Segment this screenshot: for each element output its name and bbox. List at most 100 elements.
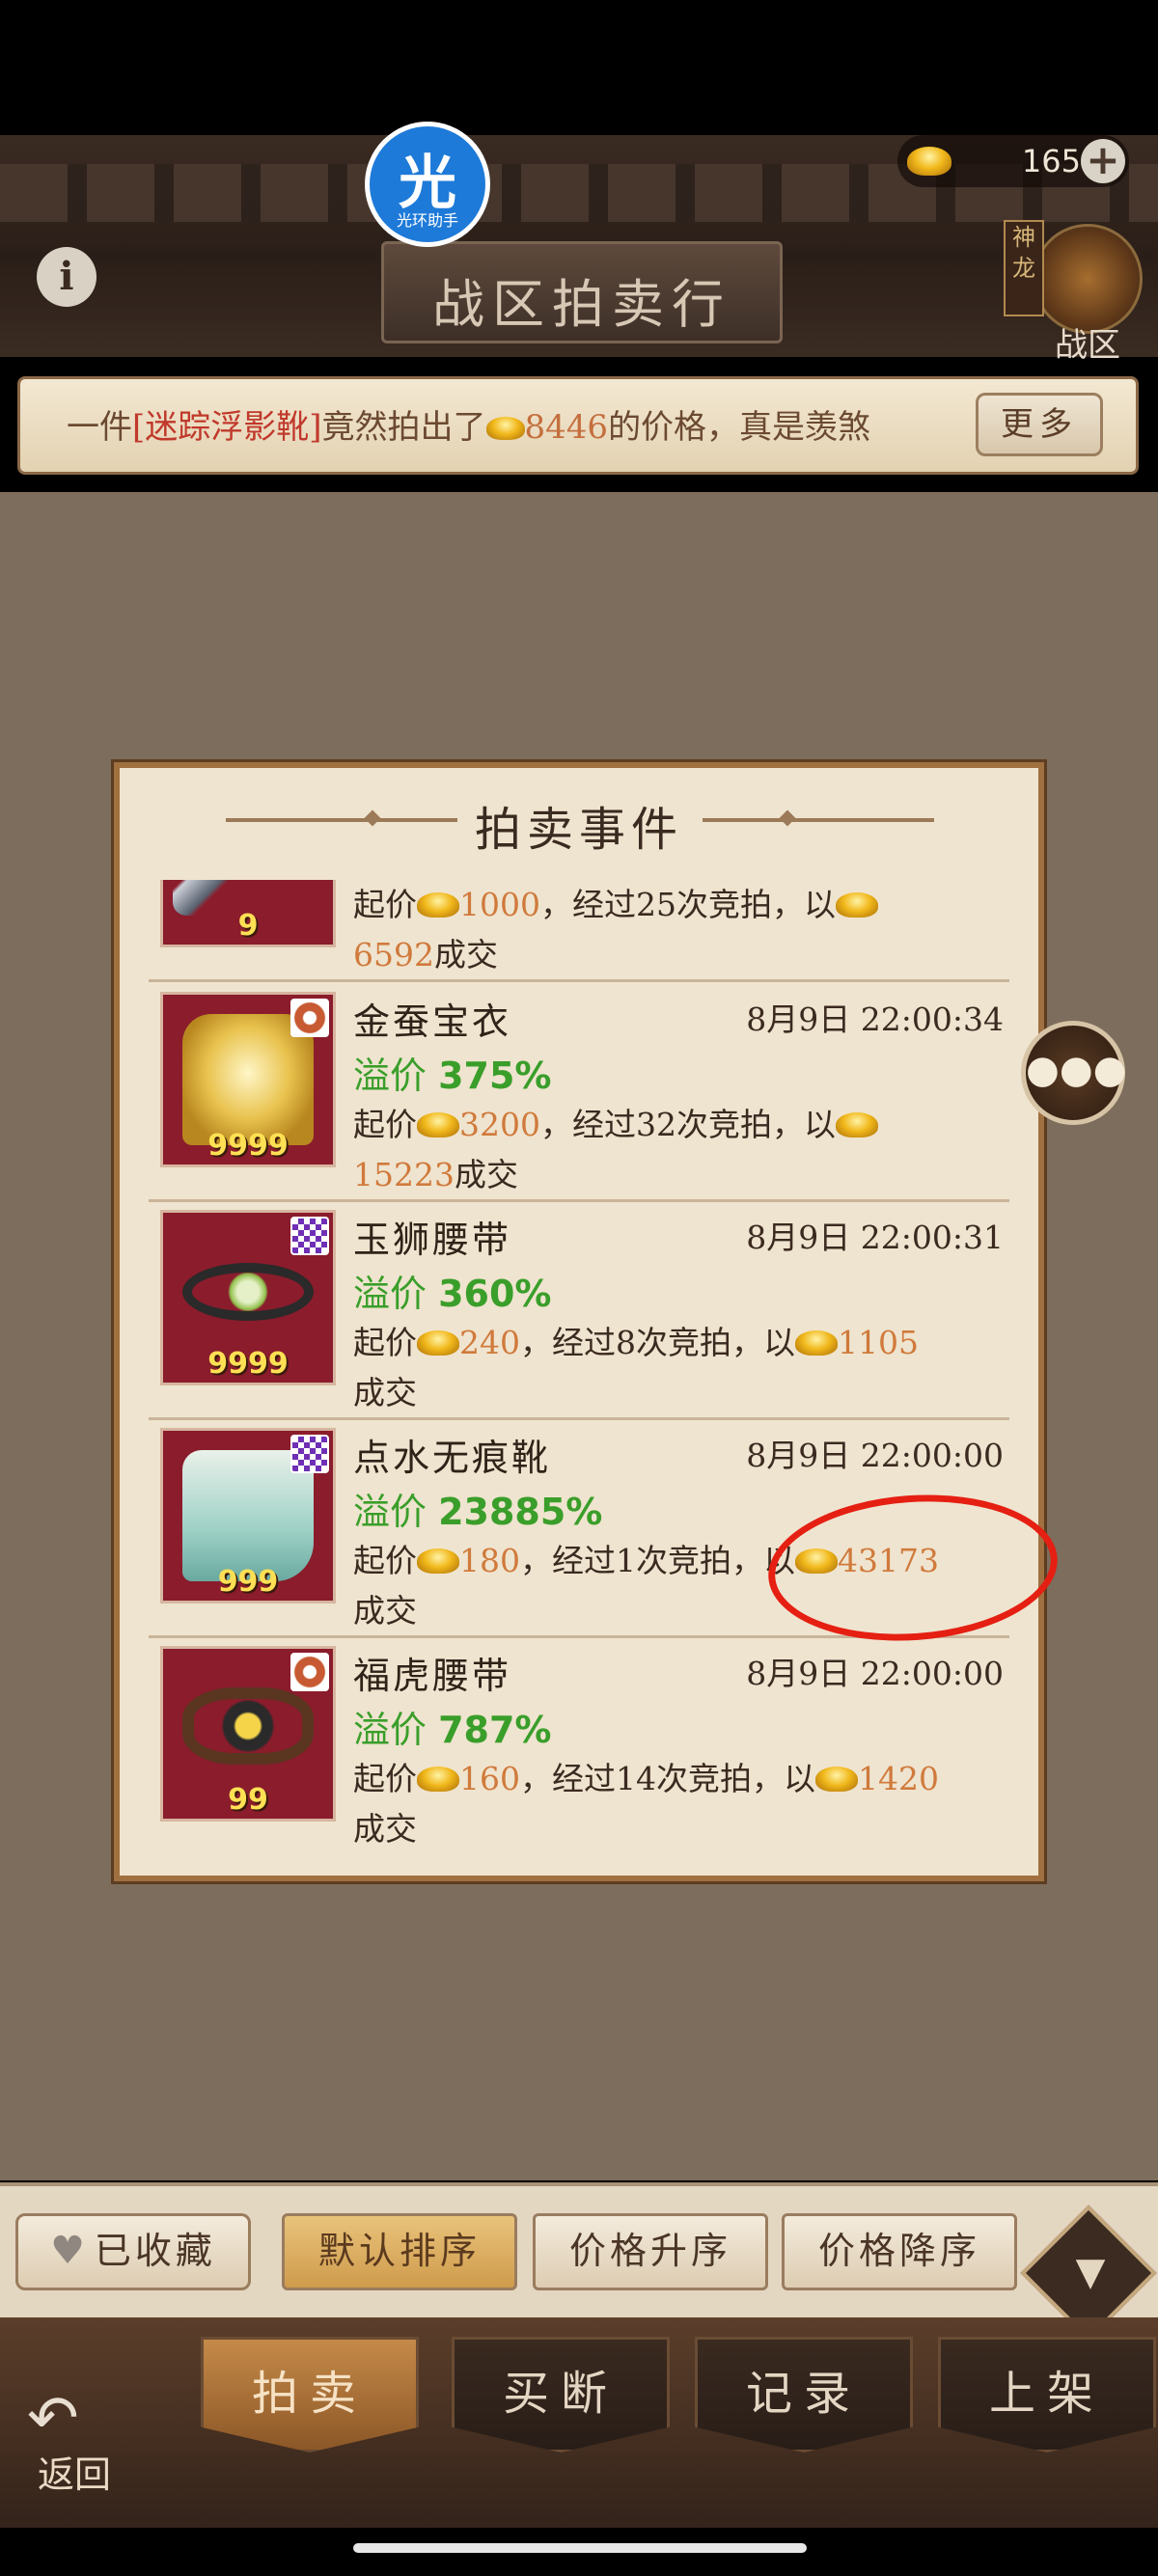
start-price: 3200 <box>459 1106 540 1143</box>
bids-text: ，经过32次竞拍，以 <box>539 1106 836 1143</box>
event-row: 99 福虎腰带 8月9日 22:00:00 溢价 787% 起价 160，经过14… <box>149 1638 1009 1856</box>
event-row: 9 起价 1000，经过25次竞拍，以 6592成交 <box>149 880 1009 982</box>
tab-buyout[interactable]: 买断 <box>452 2337 670 2453</box>
final-price: 6592 <box>353 936 434 973</box>
dragon-emblem-icon[interactable] <box>1033 224 1143 334</box>
premium-rate: 溢价 23885% <box>353 1482 602 1535</box>
item-icon[interactable]: 999 <box>160 1428 336 1603</box>
deal-label: 成交 <box>433 936 498 973</box>
rarity-sun-icon <box>290 999 329 1037</box>
bids-text: ，经过25次竞拍，以 <box>539 886 836 923</box>
rarity-checker-icon <box>290 1217 329 1255</box>
rarity-checker-icon <box>290 1435 329 1473</box>
premium-label: 溢价 <box>353 1491 427 1533</box>
chat-bubble-icon[interactable]: ●●● <box>1021 1021 1127 1125</box>
item-name: 点水无痕靴 <box>353 1437 552 1479</box>
jade-belt-item-icon <box>182 1263 314 1321</box>
start-label: 起价 <box>353 1106 417 1143</box>
title-rule-left <box>226 818 457 822</box>
event-time: 8月9日 22:00:00 <box>746 1437 1004 1474</box>
dialog-title: 拍卖事件 <box>474 803 683 857</box>
event-row: 9999 玉狮腰带 8月9日 22:00:31 溢价 360% 起价 240，经过… <box>149 1202 1009 1420</box>
news-text: 一件[迷踪浮影靴]竟然拍出了 8446的价格，真是羡煞 <box>67 400 993 448</box>
premium-label: 溢价 <box>353 1055 427 1097</box>
event-time: 8月9日 22:00:31 <box>746 1219 1004 1256</box>
event-detail: 起价 3200，经过32次竞拍，以 15223成交 <box>353 1100 1000 1200</box>
event-list[interactable]: 9 起价 1000，经过25次竞拍，以 6592成交 9999 金蚕宝衣 8月9日 … <box>149 880 1009 1864</box>
gold-ingot-icon <box>835 1112 878 1137</box>
event-row: 9999 金蚕宝衣 8月9日 22:00:34 溢价 375% 起价 3200，经… <box>149 984 1009 1202</box>
news-prefix: 一件 <box>67 408 132 447</box>
page-title: 战区拍卖行 <box>432 274 731 335</box>
auction-events-dialog: 拍卖事件 9 起价 1000，经过25次竞拍，以 6592成交 9999 金蚕宝衣 … <box>114 762 1044 1881</box>
favorites-button[interactable]: ♥ 已收藏 <box>15 2213 251 2290</box>
item-icon[interactable]: 9999 <box>160 992 336 1167</box>
gold-ingot-icon <box>907 147 951 176</box>
add-gold-button[interactable]: + <box>1081 139 1125 183</box>
sort-price-asc-button[interactable]: 价格升序 <box>533 2213 768 2290</box>
item-quantity: 9999 <box>207 1347 289 1381</box>
tab-list[interactable]: 上架 <box>938 2337 1156 2453</box>
back-button[interactable]: ↶ 返回 <box>17 2383 133 2496</box>
news-price: 8446 <box>524 408 609 447</box>
gold-ingot-icon <box>835 892 878 918</box>
item-quantity: 999 <box>217 1565 279 1599</box>
more-button[interactable]: 更多 <box>976 393 1103 456</box>
item-quantity: 99 <box>228 1783 268 1817</box>
gold-ingot-icon <box>815 1767 858 1792</box>
item-icon[interactable]: 99 <box>160 1646 336 1822</box>
premium-value: 375% <box>438 1055 552 1097</box>
bids-text: ，经过8次竞拍，以 <box>520 1324 795 1361</box>
start-label: 起价 <box>353 1542 417 1579</box>
start-price: 180 <box>459 1542 520 1579</box>
gold-ingot-icon <box>795 1330 838 1356</box>
start-label: 起价 <box>353 1324 417 1361</box>
home-indicator[interactable] <box>353 2543 807 2553</box>
filter-icon: ▼ <box>1075 2250 1106 2294</box>
region-label[interactable]: 战区 <box>1034 318 1141 366</box>
event-time: 8月9日 22:00:34 <box>746 1000 1004 1038</box>
start-price: 240 <box>459 1324 520 1361</box>
gold-ingot-icon <box>417 1330 459 1356</box>
start-price: 1000 <box>459 886 540 923</box>
deal-label: 成交 <box>454 1156 518 1193</box>
tiger-belt-item-icon <box>182 1687 314 1765</box>
item-icon[interactable]: 9999 <box>160 1210 336 1385</box>
item-icon[interactable]: 9 <box>160 880 336 947</box>
news-suffix: 的价格，真是羡煞 <box>608 408 871 447</box>
helper-app-badge[interactable]: 光 光环助手 <box>365 122 490 247</box>
deal-label: 成交 <box>353 1374 417 1411</box>
gold-ingot-icon <box>417 1112 459 1137</box>
back-label: 返回 <box>37 2453 111 2496</box>
gold-ingot-icon <box>485 417 525 440</box>
final-price: 15223 <box>353 1156 455 1193</box>
gold-amount: 165 <box>1021 143 1081 179</box>
event-detail: 起价 1000，经过25次竞拍，以 6592成交 <box>353 880 1000 980</box>
rarity-sun-icon <box>290 1653 329 1691</box>
start-price: 160 <box>459 1760 520 1797</box>
sort-price-desc-button[interactable]: 价格降序 <box>782 2213 1017 2290</box>
start-label: 起价 <box>353 886 417 923</box>
item-name: 金蚕宝衣 <box>353 1000 512 1043</box>
item-name: 福虎腰带 <box>353 1655 512 1697</box>
tab-records[interactable]: 记录 <box>695 2337 913 2453</box>
premium-rate: 溢价 375% <box>353 1046 552 1099</box>
region-tag: 神龙 <box>1004 220 1044 316</box>
tab-auction[interactable]: 拍卖 <box>201 2337 419 2453</box>
premium-label: 溢价 <box>353 1273 427 1315</box>
premium-value: 360% <box>438 1273 552 1315</box>
back-arrow-icon: ↶ <box>27 2383 79 2454</box>
sort-default-button[interactable]: 默认排序 <box>282 2213 517 2290</box>
info-button[interactable]: i <box>37 247 96 307</box>
favorites-label: 已收藏 <box>94 2230 216 2272</box>
premium-rate: 溢价 360% <box>353 1264 552 1317</box>
bids-text: ，经过14次竞拍，以 <box>520 1760 815 1797</box>
deal-label: 成交 <box>353 1810 417 1848</box>
premium-label: 溢价 <box>353 1709 427 1751</box>
item-name: 玉狮腰带 <box>353 1219 512 1261</box>
item-quantity: 9999 <box>207 1129 289 1163</box>
row-divider <box>149 979 1009 982</box>
premium-rate: 溢价 787% <box>353 1700 552 1753</box>
helper-badge-label: 光环助手 <box>396 211 458 230</box>
bottom-nav: 拍卖 买断 记录 上架 <box>0 2317 1158 2528</box>
